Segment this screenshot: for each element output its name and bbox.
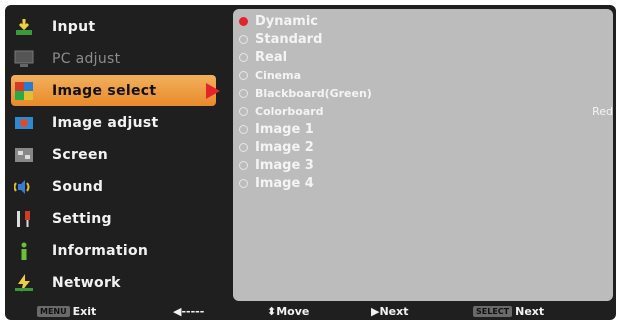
option-label: Image 3 xyxy=(255,157,314,173)
menu-item-label: PC adjust xyxy=(52,50,121,67)
option-image-4[interactable]: Image 4 xyxy=(239,174,599,192)
menu-item-label: Input xyxy=(52,18,96,35)
option-label: Image 4 xyxy=(255,175,314,191)
option-label: Cinema xyxy=(255,68,302,82)
menu-item-label: Screen xyxy=(52,146,109,163)
setting-icon xyxy=(14,209,34,229)
select-next-label: Next xyxy=(515,305,545,318)
menu-item-sound[interactable]: Sound xyxy=(5,171,231,202)
option-label: Colorboard xyxy=(255,104,324,118)
menu-item-label: Sound xyxy=(52,178,104,195)
radio-icon xyxy=(239,178,248,188)
radio-icon xyxy=(239,52,248,62)
option-image-1[interactable]: Image 1 xyxy=(239,120,599,138)
menu-key-badge: MENU xyxy=(37,306,70,317)
radio-icon xyxy=(239,34,248,44)
radio-icon xyxy=(239,160,248,170)
menu-item-label: Image select xyxy=(52,82,157,99)
menu-item-label: Image adjust xyxy=(52,114,159,131)
move-hint: ⬍Move xyxy=(267,303,309,320)
menu-item-image-adjust[interactable]: Image adjust xyxy=(5,107,231,138)
option-label: Dynamic xyxy=(255,13,319,29)
option-label: Standard xyxy=(255,31,323,47)
screen-icon xyxy=(14,145,34,165)
information-icon xyxy=(14,241,34,261)
option-label: Image 1 xyxy=(255,121,314,137)
radio-icon xyxy=(239,142,248,152)
radio-icon xyxy=(239,88,248,98)
next-hint: ▶Next xyxy=(371,303,408,320)
image-select-icon xyxy=(14,81,34,101)
input-icon xyxy=(14,17,34,37)
radio-icon xyxy=(239,70,248,80)
menu-item-network[interactable]: Network xyxy=(5,267,231,298)
radio-icon xyxy=(239,124,248,134)
option-label: Image 2 xyxy=(255,139,314,155)
menu-item-label: Information xyxy=(52,242,149,259)
move-label: ⬍Move xyxy=(267,305,310,318)
image-select-submenu: Dynamic Standard Real Cinema Blackboard(… xyxy=(233,9,613,301)
image-adjust-icon xyxy=(14,113,34,133)
option-image-3[interactable]: Image 3 xyxy=(239,156,599,174)
exit-hint: MENU Exit xyxy=(37,303,96,320)
menu-item-image-select[interactable]: Image select xyxy=(11,75,220,106)
next-label: ▶Next xyxy=(371,305,409,318)
radio-selected-icon xyxy=(239,16,248,26)
colorboard-value: Red xyxy=(592,104,613,118)
radio-icon xyxy=(239,106,248,116)
menu-item-setting[interactable]: Setting xyxy=(5,203,231,234)
network-icon xyxy=(14,273,34,293)
option-colorboard[interactable]: Colorboard Red xyxy=(239,102,613,120)
menu-item-pc-adjust[interactable]: PC adjust xyxy=(5,43,231,74)
back-hint: ◀----- xyxy=(173,303,204,320)
select-key-badge: SELECT xyxy=(473,306,513,317)
projector-osd-menu: Input PC adjust Image select Image adjus… xyxy=(5,5,616,320)
selection-arrow-icon xyxy=(206,83,220,99)
option-dynamic[interactable]: Dynamic xyxy=(239,12,599,30)
main-menu: Input PC adjust Image select Image adjus… xyxy=(5,5,231,301)
pc-adjust-icon xyxy=(14,49,34,69)
option-standard[interactable]: Standard xyxy=(239,30,599,48)
option-cinema[interactable]: Cinema xyxy=(239,66,599,84)
option-real[interactable]: Real xyxy=(239,48,599,66)
option-label: Real xyxy=(255,49,288,65)
back-label: ◀----- xyxy=(173,305,205,318)
menu-item-information[interactable]: Information xyxy=(5,235,231,266)
menu-item-label: Network xyxy=(52,274,121,291)
select-next-hint: SELECT Next xyxy=(473,303,544,320)
exit-label: Exit xyxy=(72,305,97,318)
key-guide-bar: MENU Exit ◀----- ⬍Move ▶Next SELECT Next xyxy=(5,303,616,320)
sound-icon xyxy=(14,177,34,197)
option-blackboard-green[interactable]: Blackboard(Green) xyxy=(239,84,599,102)
option-image-2[interactable]: Image 2 xyxy=(239,138,599,156)
menu-item-input[interactable]: Input xyxy=(5,11,231,42)
option-label: Blackboard(Green) xyxy=(255,86,372,100)
menu-item-label: Setting xyxy=(52,210,112,227)
menu-item-screen[interactable]: Screen xyxy=(5,139,231,170)
